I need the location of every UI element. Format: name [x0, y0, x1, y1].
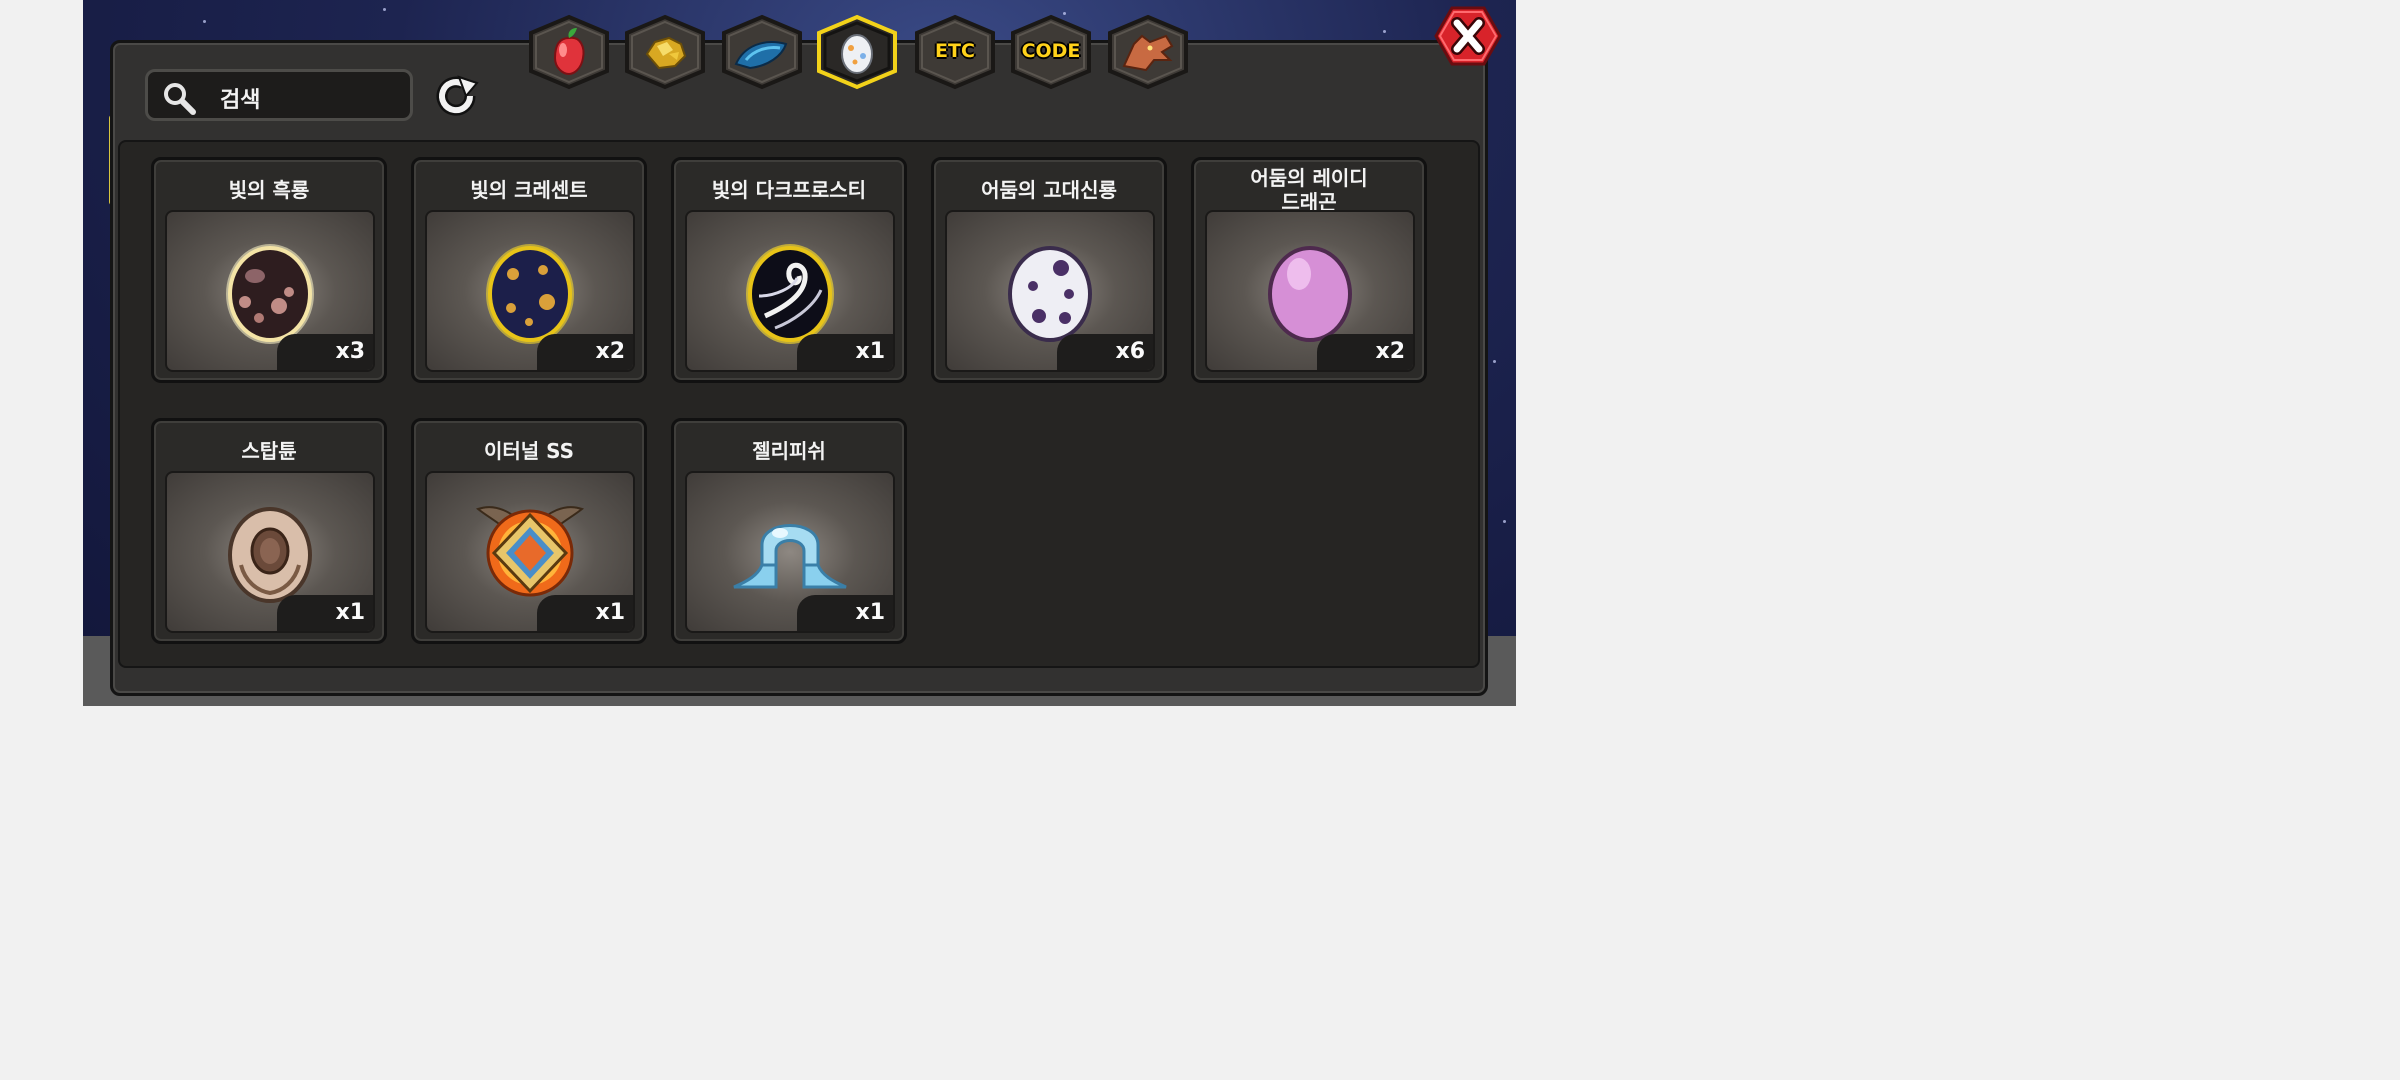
item-slot: x1 — [685, 210, 895, 372]
item-name: 빛의 흑룡 — [228, 178, 310, 202]
item-slot: x6 — [945, 210, 1155, 372]
item-card[interactable]: 빛의 크레센트 x2 — [411, 157, 647, 383]
item-name: 어둠의 고대신룡 — [981, 178, 1117, 202]
search-input[interactable]: 검색 — [145, 69, 413, 121]
item-name: 빛의 다크프로스티 — [711, 178, 867, 202]
black-swirl-egg-icon — [746, 244, 834, 344]
search-placeholder: 검색 — [220, 88, 261, 113]
item-name: 빛의 크레센트 — [470, 178, 588, 202]
tab-fruit[interactable] — [527, 14, 611, 90]
magnifier-icon — [164, 83, 196, 115]
winged-crest-icon — [475, 506, 585, 597]
item-slot: x2 — [1205, 210, 1415, 372]
item-card[interactable]: 빛의 다크프로스티 x1 — [671, 157, 907, 383]
tab-gold[interactable] — [623, 14, 707, 90]
tab-egg[interactable] — [815, 14, 899, 90]
egg-icon — [841, 34, 873, 74]
item-slot: x2 — [425, 210, 635, 372]
refresh-icon[interactable] — [432, 74, 482, 118]
item-name: 어둠의 레이디 드래곤 — [1250, 166, 1368, 214]
tab-etc-label: ETC — [935, 40, 975, 62]
item-card[interactable]: 빛의 흑룡 x3 — [151, 157, 387, 383]
close-x-icon[interactable] — [1434, 6, 1502, 66]
item-slot: x1 — [685, 471, 895, 633]
pink-egg-icon — [1268, 246, 1352, 342]
item-quantity: x2 — [537, 334, 633, 370]
tab-dragon[interactable] — [1106, 14, 1190, 90]
item-quantity: x1 — [537, 595, 633, 631]
item-name: 이터널 SS — [483, 439, 575, 463]
item-slot: x3 — [165, 210, 375, 372]
item-name: 젤리피쉬 — [752, 439, 826, 463]
item-card[interactable]: 어둠의 고대신룡 x6 — [931, 157, 1167, 383]
item-slot: x1 — [425, 471, 635, 633]
item-quantity: x3 — [277, 334, 373, 370]
item-quantity: x1 — [797, 334, 893, 370]
navy-gold-spotted-egg-icon — [486, 244, 574, 344]
item-quantity: x6 — [1057, 334, 1153, 370]
item-quantity: x1 — [277, 595, 373, 631]
item-slot: x1 — [165, 471, 375, 633]
item-card[interactable]: 젤리피쉬 x1 — [671, 418, 907, 644]
item-card[interactable]: 스탑튠 x1 — [151, 418, 387, 644]
tab-code[interactable]: CODE — [1009, 14, 1093, 90]
tab-scale[interactable] — [720, 14, 804, 90]
laurel-emblem-egg-icon — [228, 507, 312, 603]
white-purple-spotted-egg-icon — [1008, 246, 1092, 342]
item-quantity: x2 — [1317, 334, 1413, 370]
dark-brown-spotted-egg-icon — [226, 244, 314, 344]
item-card[interactable]: 이터널 SS x1 — [411, 418, 647, 644]
tab-code-label: CODE — [1021, 40, 1081, 62]
item-quantity: x1 — [797, 595, 893, 631]
item-name: 스탑튠 — [241, 439, 297, 463]
tab-etc[interactable]: ETC — [913, 14, 997, 90]
jellyfish-icon — [733, 524, 847, 589]
item-card[interactable]: 어둠의 레이디 드래곤 x2 — [1191, 157, 1427, 383]
